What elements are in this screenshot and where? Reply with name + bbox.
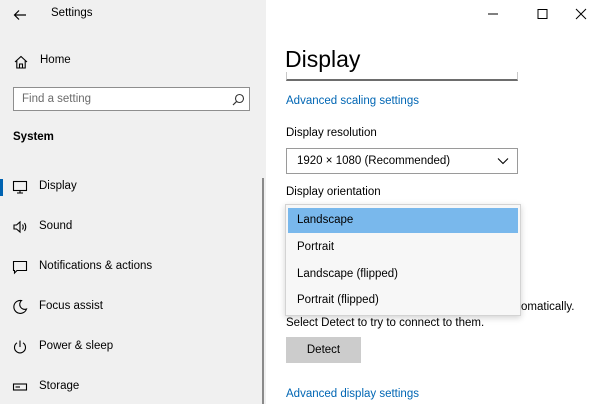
monitor-icon [12, 180, 28, 194]
close-icon [575, 8, 587, 20]
detect-description-partial: omatically. [521, 301, 575, 313]
option-label: Landscape [297, 214, 354, 226]
search-box[interactable] [13, 87, 250, 111]
resolution-value: 1920 × 1080 (Recommended) [297, 155, 451, 167]
sidebar-item-home-label: Home [40, 54, 71, 66]
close-button[interactable] [568, 4, 594, 24]
search-icon[interactable] [232, 93, 245, 106]
sidebar-item-display[interactable]: Display [0, 172, 266, 202]
sidebar-item-storage[interactable]: Storage [0, 372, 266, 402]
maximize-icon [537, 9, 548, 19]
minimize-button[interactable] [480, 4, 506, 24]
resolution-dropdown[interactable]: 1920 × 1080 (Recommended) [286, 148, 518, 174]
app-title: Settings [51, 7, 93, 19]
sidebar-item-label: Focus assist [39, 300, 103, 312]
back-button[interactable] [8, 4, 32, 26]
detect-instruction: Select Detect to try to connect to them. [286, 317, 485, 329]
option-label: Portrait [297, 241, 335, 253]
sidebar: Settings Home System Display Sound [0, 0, 266, 404]
sidebar-item-label: Power & sleep [39, 340, 114, 352]
resolution-label: Display resolution [286, 127, 377, 139]
sidebar-scrollbar[interactable] [262, 178, 264, 404]
sidebar-item-sound[interactable]: Sound [0, 212, 266, 242]
speaker-icon [13, 220, 27, 234]
home-icon [14, 55, 28, 69]
option-label: Landscape (flipped) [297, 268, 399, 280]
advanced-display-link[interactable]: Advanced display settings [286, 388, 419, 400]
chevron-down-icon [497, 158, 509, 165]
orientation-option-portrait[interactable]: Portrait [288, 235, 518, 260]
advanced-scaling-link[interactable]: Advanced scaling settings [286, 95, 419, 107]
detect-button[interactable]: Detect [286, 337, 361, 363]
minimize-icon [488, 13, 498, 15]
search-input[interactable] [14, 88, 222, 110]
orientation-option-landscape-flipped[interactable]: Landscape (flipped) [288, 262, 518, 287]
orientation-label: Display orientation [286, 186, 381, 198]
sidebar-item-label: Storage [39, 380, 80, 392]
page-title: Display [285, 46, 361, 72]
sidebar-item-home[interactable]: Home [0, 48, 266, 74]
sidebar-item-label: Notifications & actions [39, 260, 153, 272]
moon-icon [13, 299, 28, 314]
selected-indicator [0, 179, 3, 196]
sidebar-item-label: Display [39, 180, 77, 192]
power-icon [13, 340, 27, 354]
sidebar-item-notifications[interactable]: Notifications & actions [0, 252, 266, 282]
sidebar-item-power-sleep[interactable]: Power & sleep [0, 332, 266, 362]
sidebar-section-title: System [13, 131, 54, 143]
maximize-button[interactable] [529, 4, 555, 24]
scrolled-control-edge [286, 72, 518, 81]
orientation-option-landscape[interactable]: Landscape [288, 208, 518, 233]
option-label: Portrait (flipped) [297, 294, 379, 306]
sidebar-item-focus-assist[interactable]: Focus assist [0, 292, 266, 322]
sidebar-item-label: Sound [39, 220, 73, 232]
orientation-dropdown-list: Landscape Portrait Landscape (flipped) P… [285, 204, 521, 316]
orientation-option-portrait-flipped[interactable]: Portrait (flipped) [288, 288, 518, 313]
notification-icon [12, 260, 28, 275]
storage-icon [12, 383, 28, 391]
back-arrow-icon [13, 10, 26, 20]
